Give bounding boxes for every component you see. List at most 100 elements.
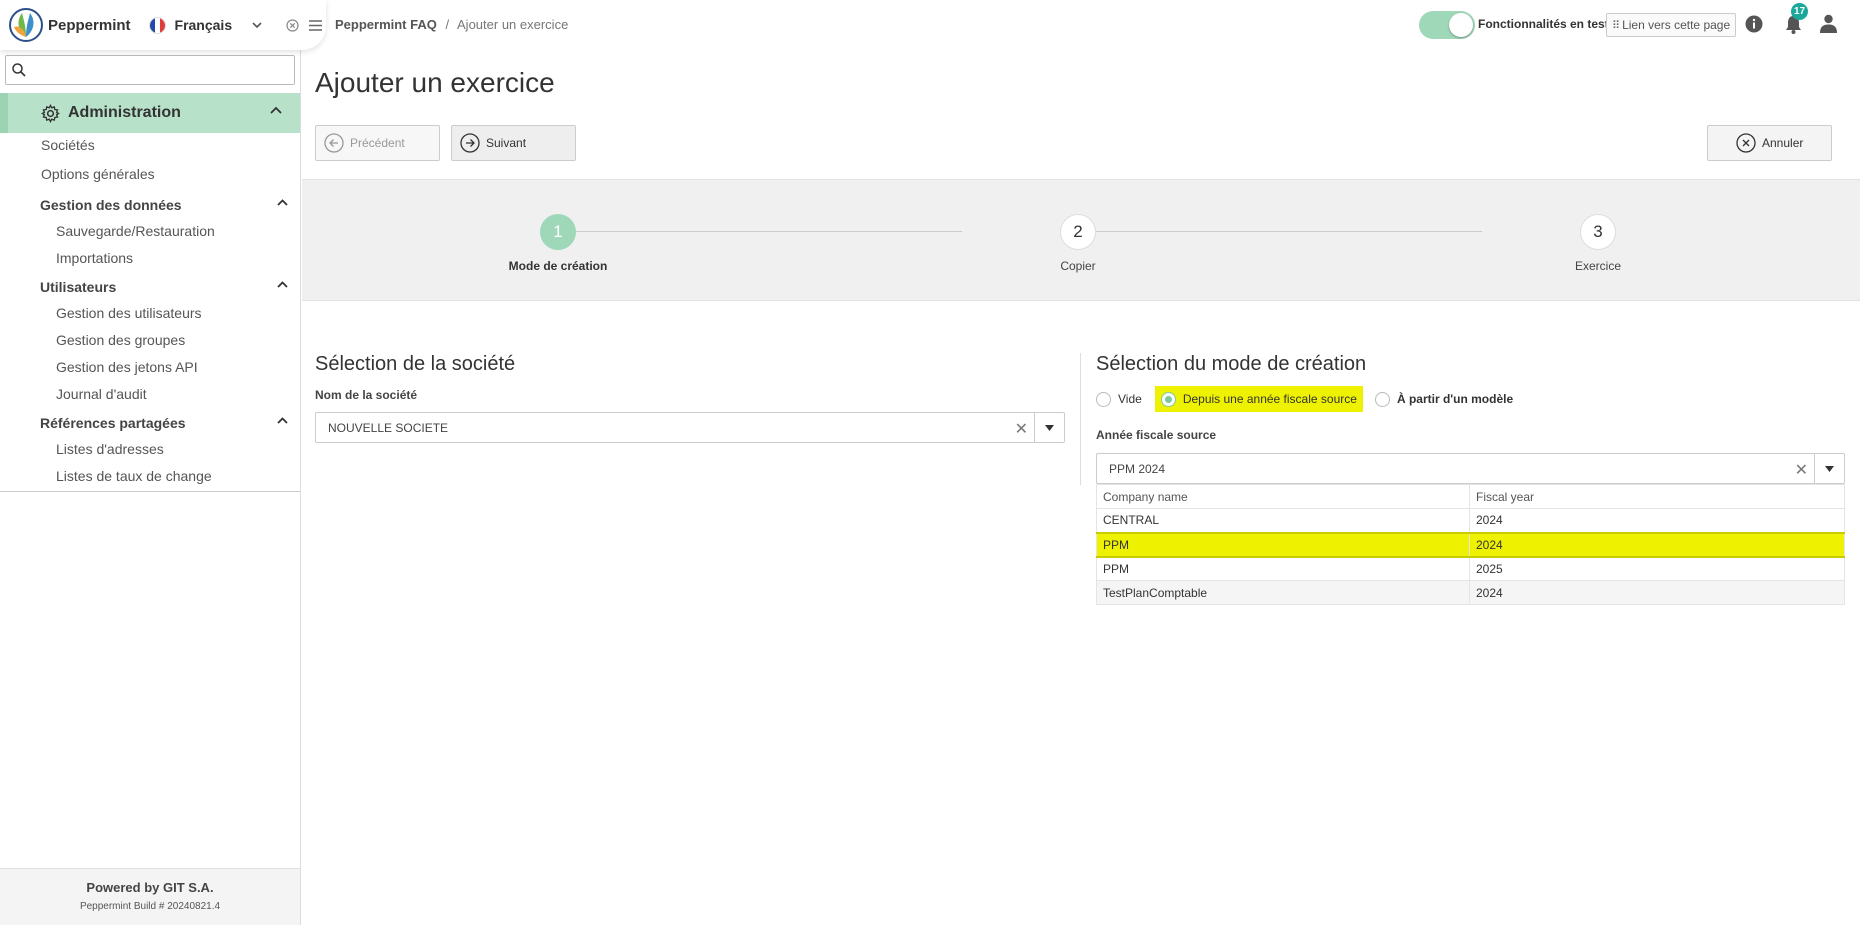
sidebar-item-listes-adresses[interactable]: Listes d'adresses [56, 441, 164, 457]
radio-label: Depuis une année fiscale source [1182, 392, 1357, 406]
radio-depuis-annee-fiscale[interactable]: Depuis une année fiscale source [1154, 386, 1363, 412]
sidebar-search[interactable] [5, 55, 295, 85]
company-value: NOUVELLE SOCIETE [328, 421, 449, 435]
sidebar-group-label: Gestion des données [40, 197, 182, 213]
clear-icon[interactable]: ✕ [1795, 460, 1808, 480]
close-circle-icon [1736, 133, 1756, 153]
breadcrumb-root[interactable]: Peppermint FAQ [335, 17, 437, 32]
step-1-circle[interactable]: 1 [540, 214, 576, 250]
chevron-up-icon[interactable] [277, 417, 288, 424]
search-icon [12, 63, 26, 77]
sidebar-item-options[interactable]: Options générales [41, 166, 155, 182]
clear-icon[interactable]: ✕ [1015, 419, 1028, 439]
brand-bar: Peppermint Français [0, 0, 326, 50]
cancel-label: Annuler [1762, 136, 1804, 150]
sidebar-item-sauvegarde[interactable]: Sauvegarde/Restauration [56, 223, 215, 239]
sidebar-item-importations[interactable]: Importations [56, 250, 133, 266]
company-combobox[interactable]: NOUVELLE SOCIETE ✕ [315, 412, 1065, 443]
stepper-connector [560, 231, 962, 232]
arrow-left-circle-icon [324, 133, 344, 153]
radio-button[interactable] [1096, 391, 1111, 407]
chevron-up-icon[interactable] [270, 106, 282, 114]
close-circle-icon[interactable] [286, 18, 299, 32]
hamburger-menu-icon[interactable] [309, 19, 323, 31]
notification-badge: 17 [1791, 3, 1808, 20]
sidebar-search-input[interactable] [32, 60, 290, 80]
page-link-label: Lien vers cette page [1622, 18, 1731, 32]
breadcrumb-separator: / [445, 17, 450, 32]
mode-section-title: Sélection du mode de création [1096, 353, 1367, 375]
dropdown-toggle[interactable] [1034, 413, 1064, 442]
app-name: Peppermint [48, 16, 131, 34]
page-link-button[interactable]: ⠿ Lien vers cette page [1606, 13, 1736, 37]
sidebar-item-administration[interactable]: Administration [0, 93, 300, 133]
step-2-label: Copier [1060, 259, 1096, 273]
caret-down-icon [1045, 424, 1054, 431]
source-year-combobox[interactable]: PPM 2024 ✕ [1096, 453, 1845, 484]
sidebar-item-gestion-utilisateurs[interactable]: Gestion des utilisateurs [56, 305, 202, 321]
sidebar-group-utilisateurs[interactable]: Utilisateurs [40, 279, 288, 295]
step-2-circle[interactable]: 2 [1060, 214, 1096, 250]
info-icon[interactable] [1745, 15, 1763, 33]
sidebar-item-societes[interactable]: Sociétés [41, 137, 95, 153]
sidebar-item-gestion-groupes[interactable]: Gestion des groupes [56, 332, 185, 348]
chevron-up-icon[interactable] [277, 199, 288, 206]
next-label: Suivant [486, 136, 527, 150]
company-section-title: Sélection de la société [315, 353, 516, 375]
sidebar-group-references[interactable]: Références partagées [40, 415, 288, 431]
cell-fiscal-year: 2024 [1469, 508, 1845, 533]
source-year-label: Année fiscale source [1096, 428, 1217, 442]
dropdown-toggle[interactable] [1814, 454, 1844, 483]
sidebar-item-journal-audit[interactable]: Journal d'audit [56, 386, 147, 402]
gear-icon [41, 103, 60, 123]
column-header-fiscal-year[interactable]: Fiscal year [1469, 484, 1845, 509]
radio-a-partir-modele[interactable]: À partir d'un modèle [1374, 386, 1514, 412]
powered-by: Powered by GIT S.A. [86, 880, 214, 895]
caret-down-icon [1825, 465, 1834, 472]
table-row[interactable]: TestPlanComptable 2024 [1096, 580, 1845, 605]
france-flag-icon [148, 16, 166, 34]
sidebar-item-gestion-jetons[interactable]: Gestion des jetons API [56, 359, 198, 375]
test-features-label: Fonctionnalités en test [1478, 17, 1609, 31]
step-3-label: Exercice [1574, 259, 1621, 273]
radio-button[interactable] [1374, 391, 1390, 407]
sidebar-group-label: Utilisateurs [40, 279, 117, 295]
language-selector[interactable]: Français [148, 16, 263, 34]
radio-vide[interactable]: Vide [1096, 386, 1142, 412]
next-button[interactable]: Suivant [451, 125, 576, 161]
sidebar-group-donnees[interactable]: Gestion des données [40, 197, 288, 213]
sidebar-group-label: Références partagées [40, 415, 186, 431]
chevron-up-icon[interactable] [277, 281, 288, 288]
previous-button[interactable]: Précédent [315, 125, 440, 161]
cell-fiscal-year: 2025 [1469, 556, 1845, 581]
cell-company: TestPlanComptable [1096, 580, 1470, 605]
fiscal-year-grid: Company name Fiscal year CENTRAL 2024 PP… [1096, 484, 1845, 605]
creation-mode-radio-group: Vide Depuis une année fiscale source À p… [1096, 386, 1513, 412]
arrow-right-circle-icon [460, 133, 480, 153]
chevron-down-icon [252, 22, 262, 29]
sidebar-item-listes-taux[interactable]: Listes de taux de change [56, 468, 212, 484]
test-features-toggle[interactable] [1419, 11, 1475, 39]
wizard-stepper: 1 Mode de création 2 Copier 3 Exercice [302, 179, 1860, 301]
grid-header-row: Company name Fiscal year [1096, 484, 1845, 509]
column-header-company[interactable]: Company name [1096, 484, 1470, 509]
cell-fiscal-year: 2024 [1469, 580, 1845, 605]
drag-handle-icon: ⠿ [1612, 19, 1620, 32]
breadcrumb-current: Ajouter un exercice [457, 17, 569, 32]
sidebar: Administration Sociétés Options générale… [0, 50, 301, 925]
radio-label: À partir d'un modèle [1396, 392, 1514, 406]
radio-label: Vide [1118, 392, 1142, 406]
step-3-circle[interactable]: 3 [1580, 214, 1616, 250]
peppermint-logo[interactable] [8, 7, 44, 43]
user-avatar-icon[interactable] [1819, 14, 1838, 33]
sidebar-root-label: Administration [68, 104, 181, 121]
cell-company: PPM [1096, 531, 1470, 558]
table-row-selected[interactable]: PPM 2024 [1096, 531, 1845, 558]
radio-button-selected[interactable] [1160, 391, 1176, 407]
source-year-value: PPM 2024 [1109, 462, 1166, 476]
sidebar-divider [0, 491, 300, 492]
page-title: Ajouter un exercice [315, 67, 555, 98]
table-row[interactable]: PPM 2025 [1096, 556, 1845, 581]
table-row[interactable]: CENTRAL 2024 [1096, 508, 1845, 533]
cancel-button[interactable]: Annuler [1707, 125, 1832, 161]
